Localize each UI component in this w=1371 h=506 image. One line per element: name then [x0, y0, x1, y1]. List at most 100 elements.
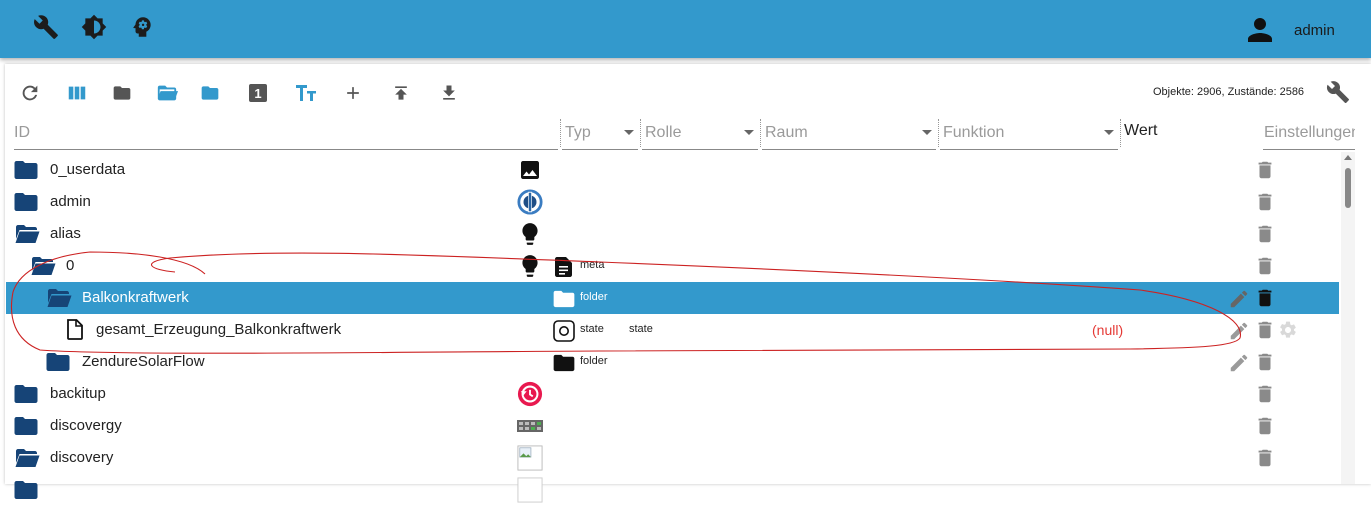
chevron-down-icon [744, 130, 754, 135]
file-icon [66, 319, 84, 344]
delete-icon[interactable] [1254, 223, 1276, 245]
delete-icon[interactable] [1254, 255, 1276, 277]
folder-icon[interactable] [111, 82, 133, 104]
folder-open-icon[interactable] [156, 82, 178, 104]
delete-icon[interactable] [1254, 191, 1276, 213]
table-row[interactable]: alias [6, 218, 1339, 250]
chevron-down-icon [1104, 130, 1114, 135]
settings-filter-input[interactable]: Einstellungen [1263, 118, 1355, 150]
table-row[interactable]: ZendureSolarFlow folder [6, 346, 1339, 378]
folder-icon[interactable] [46, 352, 70, 376]
folder-open-icon[interactable] [14, 448, 40, 472]
user-icon [1248, 18, 1272, 42]
chevron-down-icon [922, 130, 932, 135]
folder-icon[interactable] [14, 384, 38, 408]
object-type: state [580, 323, 604, 335]
folder-open-icon[interactable] [14, 224, 40, 248]
delete-icon[interactable] [1254, 319, 1276, 341]
number-badge-icon[interactable]: 1 [247, 82, 269, 104]
column-resizer[interactable] [1120, 119, 1121, 147]
room-filter-select[interactable]: Raum [762, 118, 936, 150]
adapter-icon [517, 477, 543, 503]
delete-icon[interactable] [1254, 159, 1276, 181]
document-icon [553, 256, 575, 278]
download-icon[interactable] [438, 82, 460, 104]
upload-icon[interactable] [390, 82, 412, 104]
column-resizer[interactable] [560, 119, 561, 147]
object-name: backitup [50, 385, 106, 402]
delete-icon[interactable] [1254, 287, 1276, 309]
svg-text:1: 1 [254, 86, 261, 101]
delete-icon[interactable] [1254, 415, 1276, 437]
wrench-icon[interactable] [32, 13, 60, 41]
folder-open-icon[interactable] [46, 288, 72, 312]
refresh-icon[interactable] [19, 82, 41, 104]
folder-icon[interactable] [14, 192, 38, 216]
backup-history-icon [517, 381, 543, 407]
theme-toggle-icon[interactable] [80, 13, 108, 41]
folder-open-icon[interactable] [30, 256, 56, 280]
column-resizer[interactable] [640, 119, 641, 147]
columns-icon[interactable] [66, 82, 88, 104]
expert-mode-icon[interactable] [128, 13, 156, 41]
type-filter-select[interactable]: Typ [562, 118, 638, 150]
folder-filled-icon[interactable] [199, 82, 221, 104]
lightbulb-icon [517, 221, 543, 247]
folder-icon [553, 352, 575, 374]
object-name: ZendureSolarFlow [82, 353, 205, 370]
object-name: Balkonkraftwerk [82, 289, 189, 306]
admin-adapter-icon [517, 189, 543, 215]
vertical-scrollbar[interactable] [1341, 152, 1355, 484]
folder-icon[interactable] [14, 416, 38, 440]
object-stats: Objekte: 2906, Zustände: 2586 [1153, 86, 1305, 98]
table-row[interactable]: discovergy [6, 410, 1339, 442]
table-row[interactable]: discovery [6, 442, 1339, 474]
object-name: 0_userdata [50, 161, 126, 178]
table-row[interactable]: 0_userdata [6, 154, 1339, 186]
meter-icon [517, 413, 543, 439]
scroll-up-icon[interactable] [1344, 155, 1352, 160]
folder-icon[interactable] [14, 160, 38, 184]
scrollbar-thumb[interactable] [1345, 168, 1351, 208]
image-icon [517, 157, 543, 183]
object-name: discovery [50, 449, 114, 466]
wrench-icon[interactable] [1326, 80, 1350, 104]
object-name: alias [50, 225, 81, 242]
object-name: admin [50, 193, 91, 210]
id-filter-input[interactable]: ID [14, 118, 558, 150]
object-name: 0 [66, 257, 75, 274]
edit-icon[interactable] [1228, 288, 1250, 310]
delete-icon[interactable] [1254, 383, 1276, 405]
text-size-icon[interactable] [295, 82, 317, 104]
broken-image-icon [517, 445, 543, 471]
app-bar: admin [0, 0, 1371, 58]
chevron-down-icon [624, 130, 634, 135]
value-column-header: Wert [1124, 122, 1158, 139]
table-row[interactable]: backitup [6, 378, 1339, 410]
column-resizer[interactable] [760, 119, 761, 147]
delete-icon[interactable] [1254, 351, 1276, 373]
object-type: meta [580, 259, 605, 271]
add-icon[interactable] [342, 82, 364, 104]
object-value[interactable]: (null) [1092, 322, 1123, 338]
object-name: gesamt_Erzeugung_Balkonkraftwerk [96, 321, 342, 338]
object-type: folder [580, 291, 608, 303]
state-icon [553, 320, 575, 342]
table-row[interactable] [6, 474, 1339, 506]
edit-icon[interactable] [1228, 320, 1250, 342]
table-row[interactable]: gesamt_Erzeugung_Balkonkraftwerk state s… [6, 314, 1339, 346]
user-menu[interactable]: admin [1242, 12, 1335, 48]
gear-icon[interactable] [1278, 320, 1298, 340]
edit-icon[interactable] [1228, 352, 1250, 374]
object-name: discovergy [50, 417, 122, 434]
table-row[interactable]: admin [6, 186, 1339, 218]
table-row[interactable]: 0 meta [6, 250, 1339, 282]
function-filter-select[interactable]: Funktion [940, 118, 1118, 150]
delete-icon[interactable] [1254, 447, 1276, 469]
object-role: state [629, 323, 653, 335]
user-name: admin [1294, 21, 1335, 39]
object-type: folder [580, 355, 608, 367]
column-resizer[interactable] [938, 119, 939, 147]
role-filter-select[interactable]: Rolle [642, 118, 758, 150]
table-row-selected[interactable]: Balkonkraftwerk folder [6, 282, 1339, 314]
